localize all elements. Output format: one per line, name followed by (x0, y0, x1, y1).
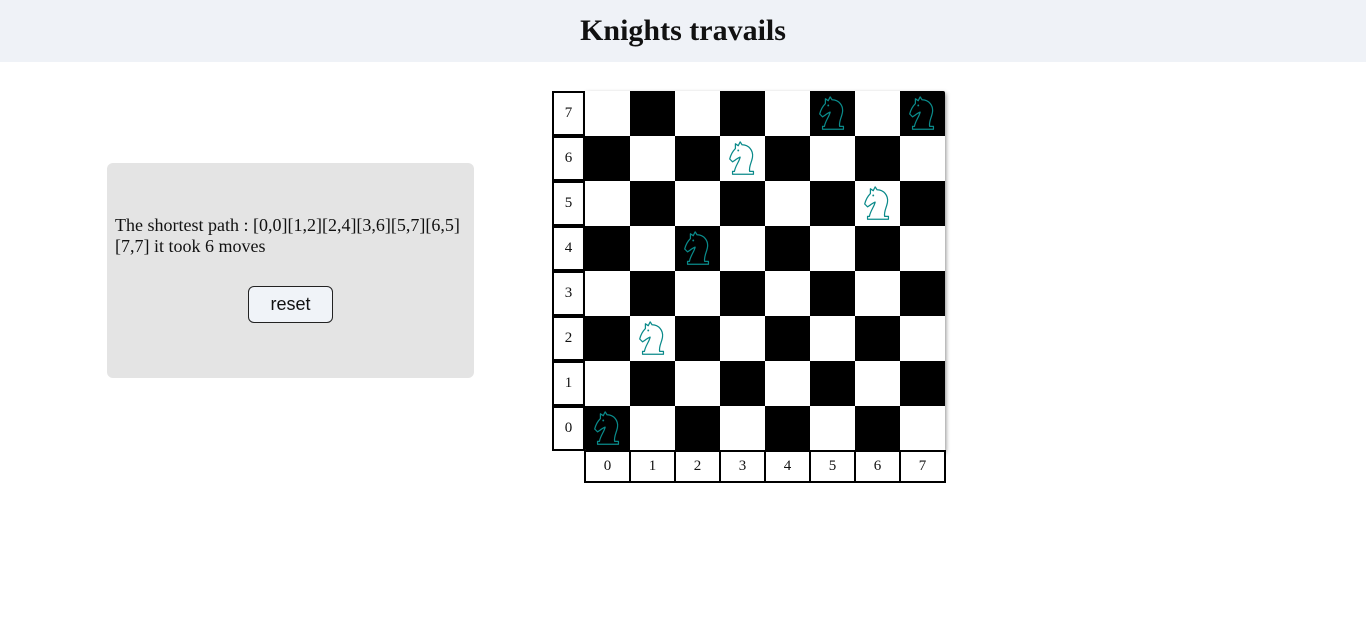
board-square-0-0[interactable] (585, 406, 630, 451)
board-square-7-2[interactable] (900, 316, 945, 361)
knight-icon (638, 320, 664, 355)
file-label-4: 4 (764, 450, 811, 483)
board-square-0-6[interactable] (585, 136, 630, 181)
rank-label-1: 1 (552, 361, 585, 406)
board-square-0-5[interactable] (585, 181, 630, 226)
board-square-7-7[interactable] (900, 91, 945, 136)
board-square-5-1[interactable] (810, 361, 855, 406)
board-square-4-0[interactable] (765, 406, 810, 451)
file-labels: 01234567 (584, 450, 946, 483)
board-square-0-4[interactable] (585, 226, 630, 271)
board-square-6-2[interactable] (855, 316, 900, 361)
board-square-1-7[interactable] (630, 91, 675, 136)
board-square-3-5[interactable] (720, 181, 765, 226)
board-square-3-0[interactable] (720, 406, 765, 451)
chessboard (585, 91, 945, 451)
shortest-path-text: The shortest path : [0,0][1,2][2,4][3,6]… (115, 215, 460, 256)
rank-label-4: 4 (552, 226, 585, 271)
board-square-1-0[interactable] (630, 406, 675, 451)
board-square-1-1[interactable] (630, 361, 675, 406)
knight-icon (818, 95, 844, 130)
rank-label-5: 5 (552, 181, 585, 226)
board-square-4-2[interactable] (765, 316, 810, 361)
board-square-1-4[interactable] (630, 226, 675, 271)
file-label-2: 2 (674, 450, 721, 483)
board-square-2-6[interactable] (675, 136, 720, 181)
board-square-4-1[interactable] (765, 361, 810, 406)
board-square-5-7[interactable] (810, 91, 855, 136)
reset-button[interactable]: reset (248, 286, 333, 323)
board-square-3-6[interactable] (720, 136, 765, 181)
board-square-2-4[interactable] (675, 226, 720, 271)
board-square-0-2[interactable] (585, 316, 630, 361)
board-square-1-6[interactable] (630, 136, 675, 181)
knight-icon (863, 185, 889, 220)
board-square-1-3[interactable] (630, 271, 675, 316)
board-square-3-7[interactable] (720, 91, 765, 136)
file-label-3: 3 (719, 450, 766, 483)
board-square-6-6[interactable] (855, 136, 900, 181)
board-square-5-4[interactable] (810, 226, 855, 271)
file-label-5: 5 (809, 450, 856, 483)
board-square-6-0[interactable] (855, 406, 900, 451)
board-square-5-0[interactable] (810, 406, 855, 451)
board-square-7-1[interactable] (900, 361, 945, 406)
board-square-2-0[interactable] (675, 406, 720, 451)
board-square-1-2[interactable] (630, 316, 675, 361)
board-square-0-3[interactable] (585, 271, 630, 316)
board-square-3-2[interactable] (720, 316, 765, 361)
board-square-4-7[interactable] (765, 91, 810, 136)
rank-label-0: 0 (552, 406, 585, 451)
rank-label-6: 6 (552, 136, 585, 181)
board-square-2-5[interactable] (675, 181, 720, 226)
board-square-4-4[interactable] (765, 226, 810, 271)
board-square-6-7[interactable] (855, 91, 900, 136)
board-square-0-7[interactable] (585, 91, 630, 136)
rank-labels: 76543210 (552, 91, 585, 451)
knight-icon (593, 410, 619, 445)
page-title: Knights travails (580, 14, 786, 47)
board-square-1-5[interactable] (630, 181, 675, 226)
rank-label-2: 2 (552, 316, 585, 361)
board-square-7-5[interactable] (900, 181, 945, 226)
board-square-2-1[interactable] (675, 361, 720, 406)
board-square-3-4[interactable] (720, 226, 765, 271)
board-square-6-4[interactable] (855, 226, 900, 271)
board-square-2-3[interactable] (675, 271, 720, 316)
board-square-2-2[interactable] (675, 316, 720, 361)
board-square-3-3[interactable] (720, 271, 765, 316)
rank-label-3: 3 (552, 271, 585, 316)
board-square-5-6[interactable] (810, 136, 855, 181)
board-square-6-3[interactable] (855, 271, 900, 316)
board-square-6-1[interactable] (855, 361, 900, 406)
header: Knights travails (0, 0, 1366, 62)
knight-icon (908, 95, 934, 130)
file-label-0: 0 (584, 450, 631, 483)
board-square-7-4[interactable] (900, 226, 945, 271)
board-square-7-3[interactable] (900, 271, 945, 316)
board-square-7-0[interactable] (900, 406, 945, 451)
board-square-5-2[interactable] (810, 316, 855, 361)
rank-label-7: 7 (552, 91, 585, 136)
board-square-4-6[interactable] (765, 136, 810, 181)
board-square-4-3[interactable] (765, 271, 810, 316)
board-square-2-7[interactable] (675, 91, 720, 136)
board-square-7-6[interactable] (900, 136, 945, 181)
board-square-5-5[interactable] (810, 181, 855, 226)
file-label-1: 1 (629, 450, 676, 483)
file-label-6: 6 (854, 450, 901, 483)
file-label-7: 7 (899, 450, 946, 483)
knight-icon (728, 140, 754, 175)
board-square-3-1[interactable] (720, 361, 765, 406)
board-square-4-5[interactable] (765, 181, 810, 226)
result-panel: The shortest path : [0,0][1,2][2,4][3,6]… (107, 163, 474, 378)
board-square-5-3[interactable] (810, 271, 855, 316)
board-square-6-5[interactable] (855, 181, 900, 226)
knight-icon (683, 230, 709, 265)
board-square-0-1[interactable] (585, 361, 630, 406)
